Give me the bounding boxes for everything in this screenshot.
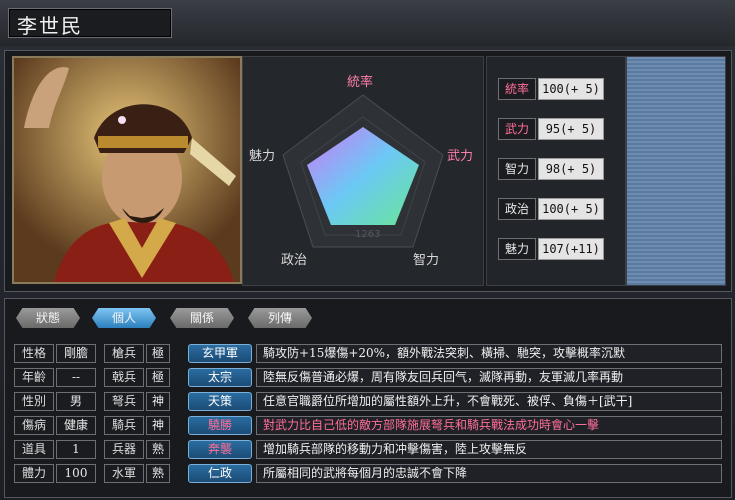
aptitude-label: 兵器 bbox=[104, 440, 144, 459]
stat-value: 100(+ 5) bbox=[538, 198, 604, 220]
aptitude-label: 戟兵 bbox=[104, 368, 144, 387]
profile-label: 傷病 bbox=[14, 416, 54, 435]
skill-desc: 增加騎兵部隊的移動力和冲擊傷害，陸上攻擊無反 bbox=[256, 440, 722, 459]
aptitude-label: 槍兵 bbox=[104, 344, 144, 363]
skill-name[interactable]: 驍勝 bbox=[188, 416, 252, 435]
profile-value: 男 bbox=[56, 392, 96, 411]
tab-biography[interactable]: 列傳 bbox=[248, 308, 312, 328]
profile-label: 性別 bbox=[14, 392, 54, 411]
radar-label-mei: 魅力 bbox=[249, 149, 276, 164]
aptitude-value: 極 bbox=[146, 368, 170, 387]
stat-value: 107(+11) bbox=[538, 238, 604, 260]
radar-label-zhi: 智力 bbox=[413, 253, 440, 268]
radar-label-tong: 統率 bbox=[347, 75, 374, 90]
tab-status[interactable]: 狀態 bbox=[16, 308, 80, 328]
skill-desc: 任意官職爵位所增加的屬性額外上升，不會戰死、被俘、負傷＋[武干] bbox=[256, 392, 722, 411]
stat-name: 武力 bbox=[498, 118, 536, 140]
aptitude-value: 熟 bbox=[146, 464, 170, 483]
profile-value: 1 bbox=[56, 440, 96, 459]
profile-label: 道具 bbox=[14, 440, 54, 459]
aptitude-value: 熟 bbox=[146, 440, 170, 459]
profile-value: 健康 bbox=[56, 416, 96, 435]
skill-desc: 騎攻防+15爆傷+20%，額外戰法突刺、橫掃、馳突，攻擊概率沉默 bbox=[256, 344, 722, 363]
skill-desc: 陸無反傷普通必爆，周有隊友回兵回气，滅隊再動，友軍滅几率再動 bbox=[256, 368, 722, 387]
radar-label-zheng: 政治 bbox=[281, 253, 308, 268]
tab-personal[interactable]: 個人 bbox=[92, 308, 156, 328]
profile-label: 性格 bbox=[14, 344, 54, 363]
character-screen: 李世民 1263 統率 武力 智力 政治 魅力 統率 100(+ 5) 武力 9… bbox=[0, 0, 735, 500]
radar-chart: 1263 bbox=[282, 94, 444, 248]
profile-value: -- bbox=[56, 368, 96, 387]
skill-name[interactable]: 天策 bbox=[188, 392, 252, 411]
stat-name: 政治 bbox=[498, 198, 536, 220]
name-plate: 李世民 bbox=[8, 8, 172, 38]
stat-name: 智力 bbox=[498, 158, 536, 180]
skill-name[interactable]: 奔襲 bbox=[188, 440, 252, 459]
character-name: 李世民 bbox=[17, 14, 83, 38]
skill-name[interactable]: 太宗 bbox=[188, 368, 252, 387]
aptitude-value: 極 bbox=[146, 344, 170, 363]
profile-label: 年齡 bbox=[14, 368, 54, 387]
portrait-art bbox=[14, 58, 240, 282]
stat-value: 100(+ 5) bbox=[538, 78, 604, 100]
aptitude-value: 神 bbox=[146, 416, 170, 435]
radar-label-wu: 武力 bbox=[447, 149, 474, 164]
profile-label: 體力 bbox=[14, 464, 54, 483]
aptitude-label: 騎兵 bbox=[104, 416, 144, 435]
profile-value: 剛膽 bbox=[56, 344, 96, 363]
radar-panel: 1263 統率 武力 智力 政治 魅力 bbox=[242, 56, 484, 286]
stat-value: 98(+ 5) bbox=[538, 158, 604, 180]
skill-desc: 對武力比自己低的敵方部隊施展弩兵和騎兵戰法成功時會心一擊 bbox=[256, 416, 722, 435]
skill-name[interactable]: 仁政 bbox=[188, 464, 252, 483]
aptitude-value: 神 bbox=[146, 392, 170, 411]
tab-relations[interactable]: 關係 bbox=[170, 308, 234, 328]
stat-name: 魅力 bbox=[498, 238, 536, 260]
svg-text:1263: 1263 bbox=[355, 229, 380, 240]
portrait bbox=[12, 56, 242, 284]
skill-name[interactable]: 玄甲軍 bbox=[188, 344, 252, 363]
aptitude-label: 水軍 bbox=[104, 464, 144, 483]
profile-value: 100 bbox=[56, 464, 96, 483]
decor-stripes bbox=[626, 56, 726, 286]
stat-name: 統率 bbox=[498, 78, 536, 100]
aptitude-label: 弩兵 bbox=[104, 392, 144, 411]
skill-desc: 所屬相同的武將每個月的忠誠不會下降 bbox=[256, 464, 722, 483]
stat-value: 95(+ 5) bbox=[538, 118, 604, 140]
